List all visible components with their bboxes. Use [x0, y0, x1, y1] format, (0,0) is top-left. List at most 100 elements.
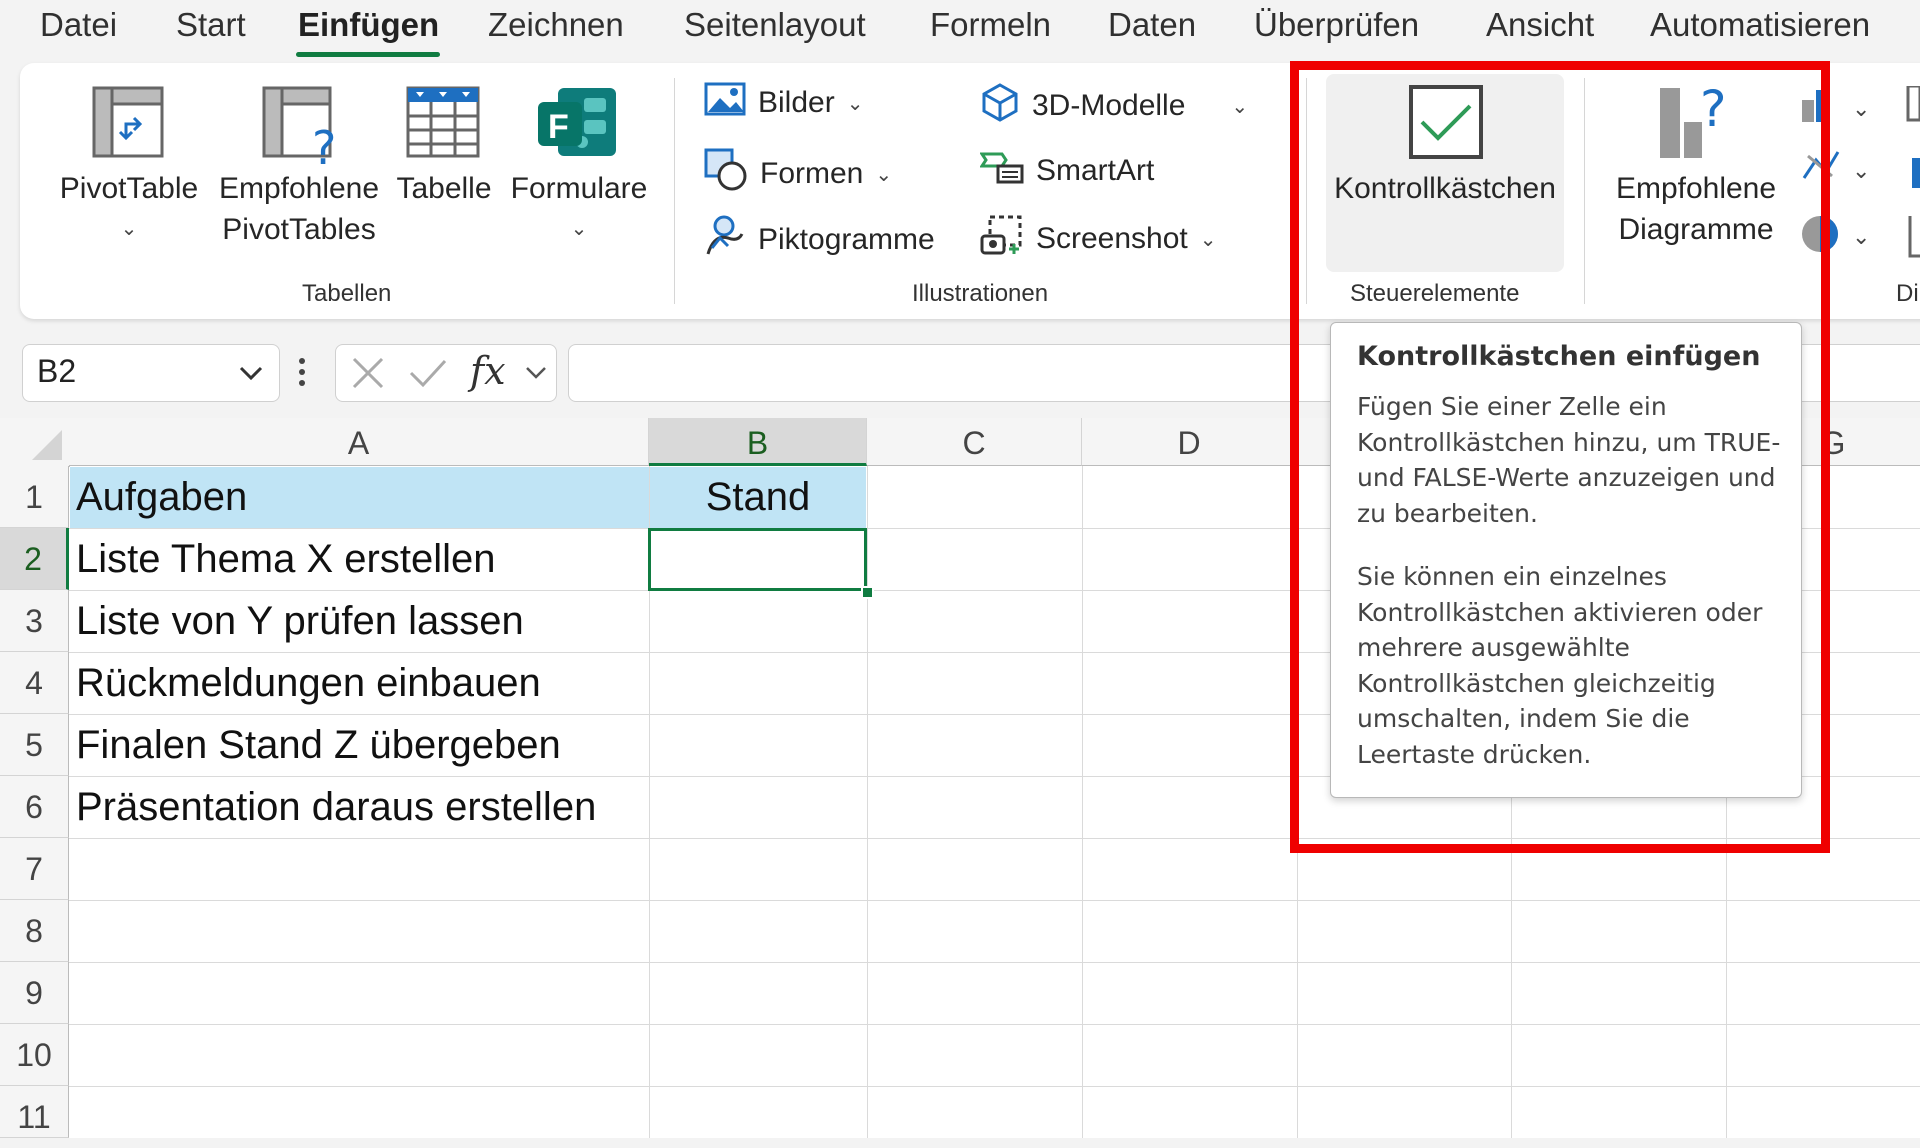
- group-separator: [674, 78, 675, 304]
- more-options-icon[interactable]: [298, 356, 306, 388]
- insert-function-button[interactable]: fx: [470, 349, 506, 393]
- pictograms-icon: [704, 214, 746, 266]
- row-header-7[interactable]: 7: [0, 838, 69, 900]
- chart-icon[interactable]: [1906, 84, 1920, 271]
- recommended-pivottables-label-1: Empfohlene: [218, 172, 380, 205]
- 3d-models-label: 3D-Modelle: [1032, 89, 1186, 122]
- select-all-corner[interactable]: [0, 418, 70, 467]
- tab-automatisieren[interactable]: Automatisieren: [1650, 6, 1870, 44]
- chevron-down-icon: ⌄: [120, 218, 138, 240]
- tab-start[interactable]: Start: [176, 6, 246, 44]
- row-header-11[interactable]: 11: [0, 1086, 69, 1138]
- active-cell-b2[interactable]: [648, 528, 867, 591]
- row-header-3[interactable]: 3: [0, 590, 69, 652]
- tab-ansicht[interactable]: Ansicht: [1486, 6, 1594, 44]
- gridline: [69, 962, 1920, 963]
- tab-zeichnen[interactable]: Zeichnen: [488, 6, 624, 44]
- gridline: [867, 466, 868, 1138]
- pictures-label: Bilder: [758, 86, 835, 119]
- table-button[interactable]: Tabelle: [392, 168, 496, 209]
- forms-label: Formulare: [510, 172, 648, 205]
- column-header-a[interactable]: A: [69, 418, 649, 466]
- gridline: [69, 1086, 1920, 1087]
- row-header-10[interactable]: 10: [0, 1024, 69, 1086]
- chevron-down-icon[interactable]: [524, 361, 548, 390]
- chevron-down-icon: [237, 359, 265, 392]
- recommended-pivottables-label-2: PivotTables: [222, 213, 376, 246]
- cube-icon: [980, 82, 1020, 130]
- active-tab-indicator: [296, 52, 440, 57]
- cell-a5[interactable]: Finalen Stand Z übergeben: [76, 714, 561, 776]
- forms-icon: F: [536, 84, 620, 165]
- pivottable-button[interactable]: PivotTable ⌄: [56, 168, 202, 250]
- svg-text:⌄: ⌄: [1852, 97, 1870, 122]
- cell-a3[interactable]: Liste von Y prüfen lassen: [76, 590, 524, 652]
- icons-button[interactable]: Piktogramme: [704, 214, 935, 266]
- gridline: [1082, 466, 1083, 1138]
- cell-a6[interactable]: Präsentation daraus erstellen: [76, 776, 596, 838]
- group-label-tabellen: Tabellen: [302, 280, 392, 307]
- chevron-down-icon: ⌄: [846, 92, 864, 115]
- cell-a4[interactable]: Rückmeldungen einbauen: [76, 652, 541, 714]
- chevron-down-icon: ⌄: [1231, 95, 1249, 118]
- name-box-value: B2: [37, 353, 77, 389]
- recommended-pivottables-icon: ?: [262, 86, 342, 175]
- row-header-6[interactable]: 6: [0, 776, 69, 838]
- screenshot-icon: [980, 214, 1024, 264]
- pictures-button[interactable]: Bilder ⌄: [704, 82, 863, 124]
- cell-b1[interactable]: Stand: [649, 466, 867, 528]
- image-icon: [704, 82, 746, 124]
- tab-datei[interactable]: Datei: [40, 6, 117, 44]
- row-header-4[interactable]: 4: [0, 652, 69, 714]
- cancel-icon[interactable]: [350, 355, 386, 396]
- group-label-diagramme: Di: [1896, 280, 1919, 307]
- svg-text:⌄: ⌄: [1852, 159, 1870, 184]
- svg-text:?: ?: [312, 121, 336, 166]
- smartart-icon: [979, 148, 1024, 194]
- tab-ueberpruefen[interactable]: Überprüfen: [1254, 6, 1419, 44]
- table-icon: [406, 86, 480, 163]
- column-header-c[interactable]: C: [867, 418, 1082, 466]
- fill-handle[interactable]: [861, 586, 874, 599]
- tab-formeln[interactable]: Formeln: [930, 6, 1051, 44]
- chevron-down-icon: ⌄: [1199, 228, 1217, 251]
- shapes-button[interactable]: Formen ⌄: [704, 148, 892, 200]
- smartart-button[interactable]: SmartArt: [979, 148, 1155, 194]
- cell-a1[interactable]: Aufgaben: [76, 466, 247, 528]
- smartart-label: SmartArt: [1036, 154, 1155, 187]
- tab-daten[interactable]: Daten: [1108, 6, 1196, 44]
- chevron-down-icon: ⌄: [570, 218, 588, 240]
- tab-einfuegen[interactable]: Einfügen: [298, 6, 439, 44]
- group-label-illustrationen: Illustrationen: [912, 280, 1049, 307]
- svg-text:⌄: ⌄: [1852, 225, 1870, 250]
- recommended-pivottables-button[interactable]: Empfohlene PivotTables: [214, 168, 384, 250]
- menu-bar: Datei Start Einfügen Zeichnen Seitenlayo…: [0, 0, 1920, 62]
- column-header-b[interactable]: B: [649, 418, 867, 466]
- row-header-1[interactable]: 1: [0, 466, 69, 528]
- tab-seitenlayout[interactable]: Seitenlayout: [684, 6, 866, 44]
- row-header-2[interactable]: 2: [0, 528, 69, 590]
- gridline: [69, 900, 1920, 901]
- gridline: [69, 1024, 1920, 1025]
- annotation-highlight-box: [1290, 61, 1830, 853]
- cell-a2[interactable]: Liste Thema X erstellen: [76, 528, 495, 590]
- shapes-icon: [704, 148, 748, 200]
- formula-actions: fx: [335, 344, 557, 402]
- screenshot-button[interactable]: Screenshot ⌄: [980, 214, 1217, 264]
- screenshot-label: Screenshot: [1036, 222, 1188, 255]
- svg-text:F: F: [548, 108, 569, 146]
- chevron-down-icon: ⌄: [875, 163, 893, 186]
- pivottable-icon: [92, 86, 164, 163]
- name-box[interactable]: B2: [22, 344, 280, 402]
- enter-icon[interactable]: [408, 355, 448, 396]
- forms-button[interactable]: Formulare ⌄: [508, 168, 650, 250]
- 3d-models-button[interactable]: 3D-Modelle ⌄: [980, 82, 1248, 130]
- row-header-8[interactable]: 8: [0, 900, 69, 962]
- icons-label: Piktogramme: [758, 223, 935, 256]
- table-label: Tabelle: [396, 172, 492, 205]
- row-header-9[interactable]: 9: [0, 962, 69, 1024]
- pivottable-label: PivotTable: [59, 172, 199, 205]
- row-header-5[interactable]: 5: [0, 714, 69, 776]
- column-header-d[interactable]: D: [1082, 418, 1297, 466]
- shapes-label: Formen: [760, 157, 864, 190]
